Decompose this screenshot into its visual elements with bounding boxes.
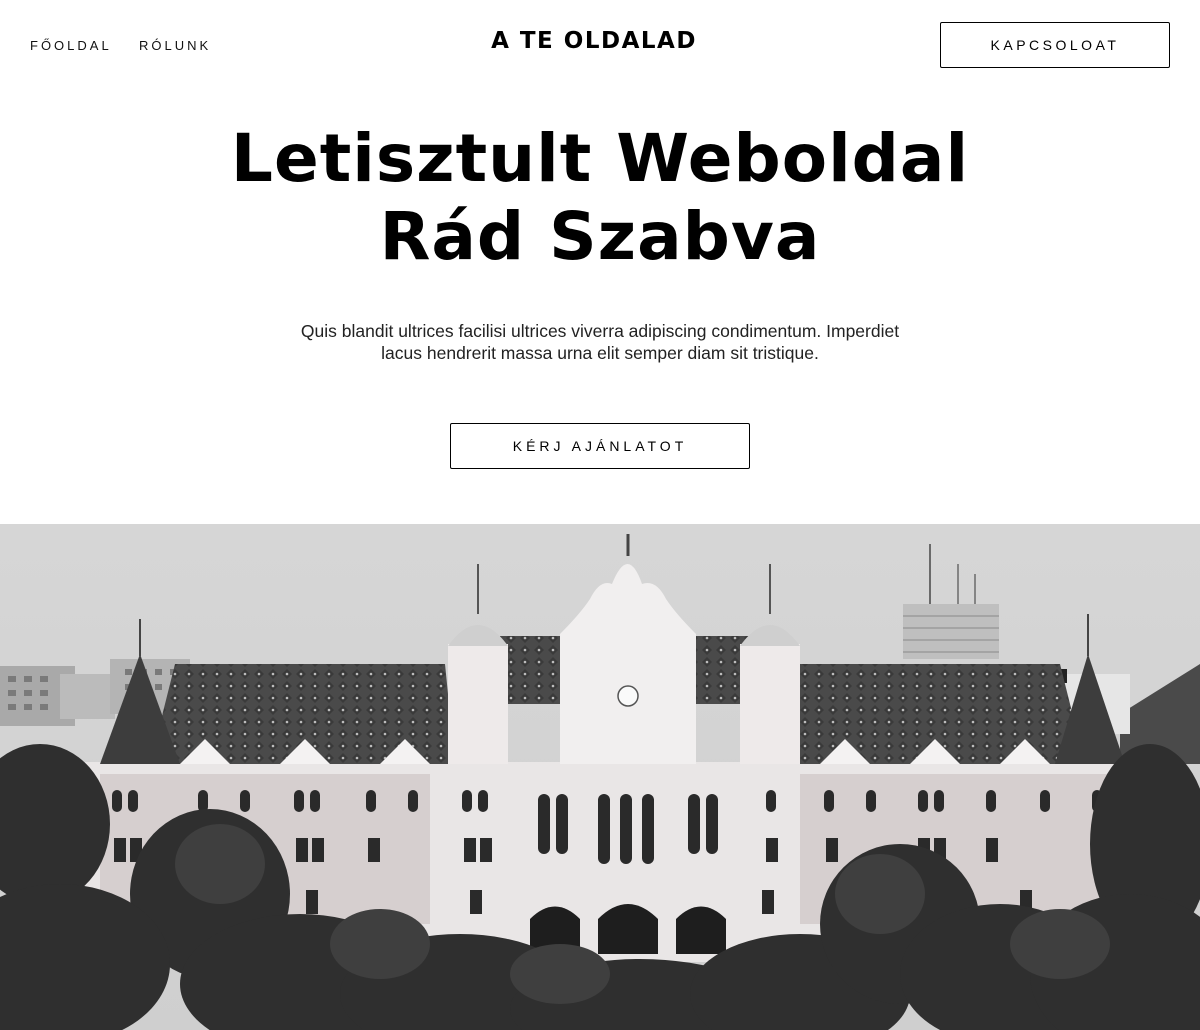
contact-button[interactable]: KAPCSOLOAT (940, 22, 1170, 68)
hero-title: Letisztult Weboldal Rád Szabva (0, 120, 1200, 276)
hero-description-line-1: Quis blandit ultrices facilisi ultrices … (300, 321, 900, 341)
hero-title-line-2: Rád Szabva (379, 198, 821, 275)
hero-building-photo (0, 524, 1200, 1030)
hero-description-line-2: lacus hendrerit massa urna elit semper d… (381, 343, 819, 363)
request-quote-button[interactable]: KÉRJ AJÁNLATOT (450, 423, 750, 469)
hero-description: Quis blandit ultrices facilisi ultrices … (0, 320, 1200, 364)
hero-title-line-1: Letisztult Weboldal (230, 120, 970, 197)
